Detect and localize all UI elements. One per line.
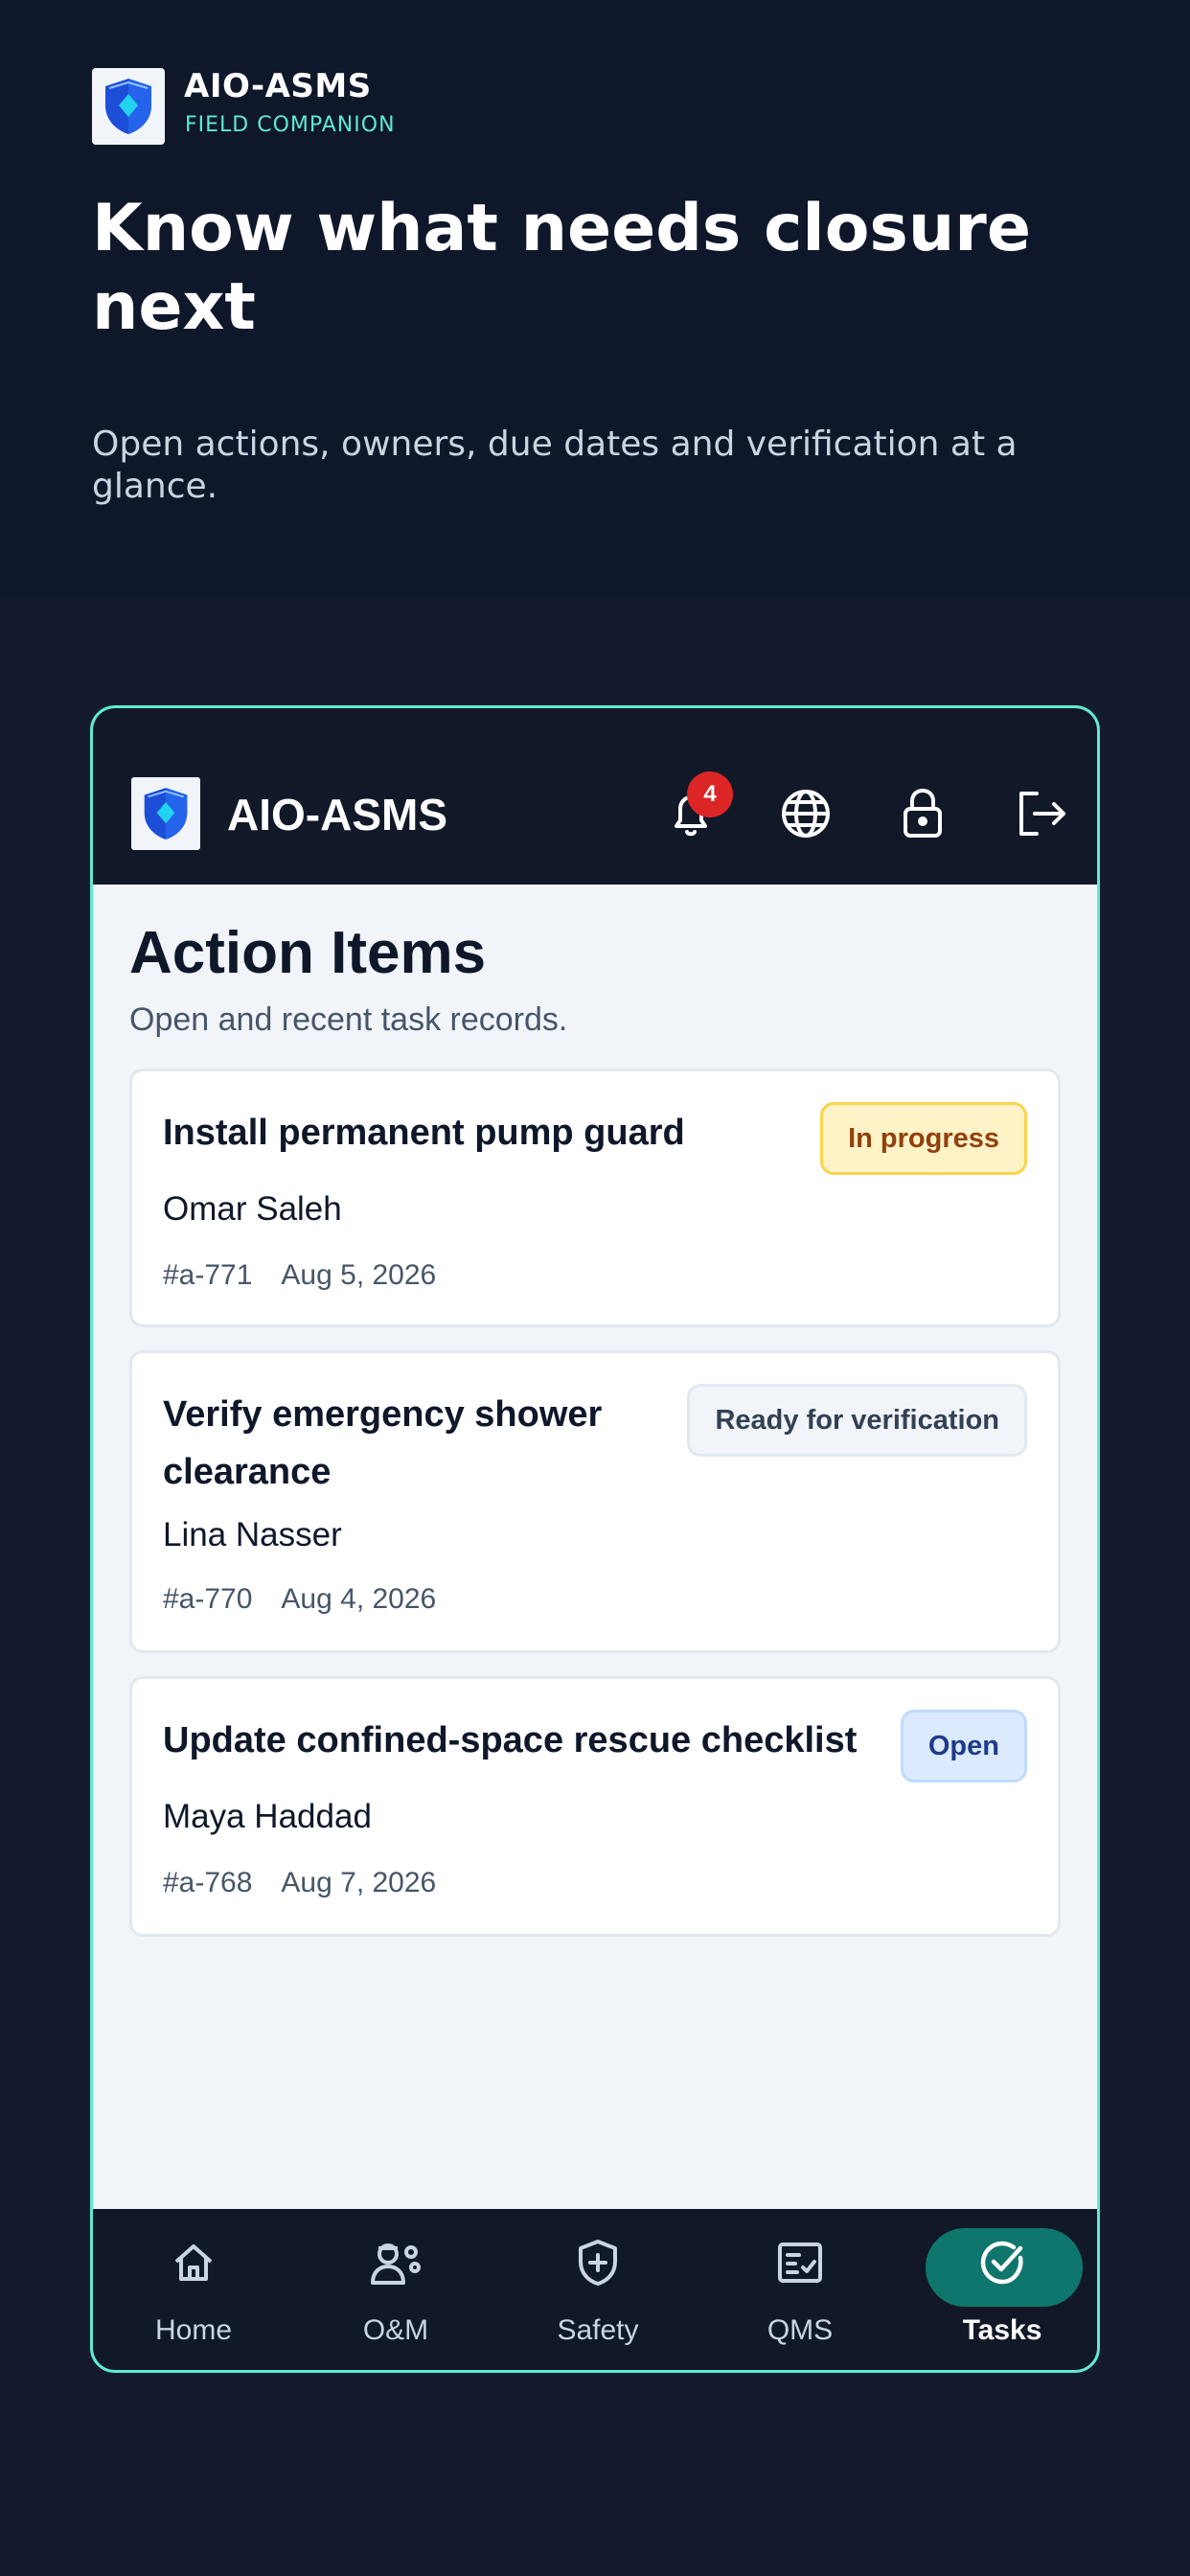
hero-description: Open actions, owners, due dates and veri… — [92, 425, 1018, 506]
status-badge: In progress — [820, 1102, 1027, 1175]
task-title: Install permanent pump guard — [163, 1113, 685, 1153]
shield-logo-icon — [144, 788, 188, 840]
checklist-icon — [778, 2242, 822, 2283]
app-logo — [131, 777, 200, 850]
hero-section: AIO-ASMS FIELD COMPANION Know what needs… — [0, 0, 1190, 598]
phone-mockup: AIO-ASMS 4 Action Items Open and recent … — [90, 705, 1100, 2373]
task-meta: #a-768 Aug 7, 2026 — [163, 1867, 436, 1899]
shield-logo-icon — [105, 79, 151, 134]
nav-label: Home — [154, 2314, 233, 2346]
task-id: #a-770 — [163, 1583, 253, 1615]
hero-title: Know what needs closure next — [92, 191, 1031, 345]
nav-item-om[interactable]: O&M — [295, 2209, 496, 2370]
task-card[interactable]: Verify emergency shower clearance Ready … — [129, 1350, 1061, 1653]
task-meta: #a-770 Aug 4, 2026 — [163, 1583, 436, 1616]
task-date: Aug 5, 2026 — [281, 1259, 437, 1291]
page-subtitle: Open and recent task records. — [129, 1001, 568, 1038]
notification-badge: 4 — [687, 771, 733, 817]
app-header: AIO-ASMS 4 — [93, 708, 1097, 885]
nav-label: Safety — [557, 2314, 639, 2346]
logout-icon — [1019, 792, 1065, 836]
app-title: AIO-ASMS — [227, 790, 447, 840]
task-title: Verify emergency shower clearance — [163, 1394, 603, 1492]
page-title: Action Items — [129, 920, 487, 986]
status-badge: Ready for verification — [687, 1384, 1027, 1457]
task-id: #a-771 — [163, 1259, 253, 1291]
lock-button[interactable] — [896, 787, 950, 840]
brand-subtitle: FIELD COMPANION — [185, 113, 396, 137]
task-title: Update confined-space rescue checklist — [163, 1720, 858, 1760]
brand-logo — [92, 68, 165, 145]
task-owner: Maya Haddad — [163, 1798, 372, 1835]
bottom-nav: Home O&M Safety QMS Tasks — [93, 2209, 1097, 2370]
nav-item-safety[interactable]: Safety — [497, 2209, 698, 2370]
task-meta: #a-771 Aug 5, 2026 — [163, 1259, 436, 1292]
globe-icon — [782, 790, 830, 838]
nav-label: QMS — [767, 2314, 834, 2346]
worker-gear-icon — [371, 2243, 421, 2285]
check-circle-icon — [980, 2241, 1023, 2285]
shield-plus-icon — [579, 2240, 617, 2286]
task-owner: Omar Saleh — [163, 1190, 342, 1228]
brand-name: AIO-ASMS — [184, 67, 372, 105]
task-card[interactable]: Install permanent pump guard In progress… — [129, 1069, 1061, 1327]
nav-label: Tasks — [962, 2314, 1042, 2346]
task-date: Aug 4, 2026 — [281, 1583, 437, 1615]
home-icon — [174, 2244, 213, 2281]
status-badge: Open — [900, 1710, 1027, 1782]
task-date: Aug 7, 2026 — [281, 1867, 437, 1898]
nav-label: O&M — [362, 2314, 429, 2346]
language-button[interactable] — [779, 787, 833, 840]
nav-item-home[interactable]: Home — [93, 2209, 294, 2370]
logout-button[interactable] — [1015, 787, 1068, 840]
lock-icon — [904, 789, 942, 838]
task-card[interactable]: Update confined-space rescue checklist O… — [129, 1676, 1061, 1937]
task-owner: Lina Nasser — [163, 1516, 342, 1553]
task-id: #a-768 — [163, 1867, 253, 1898]
nav-item-qms[interactable]: QMS — [699, 2209, 901, 2370]
nav-item-tasks[interactable]: Tasks — [902, 2209, 1097, 2370]
